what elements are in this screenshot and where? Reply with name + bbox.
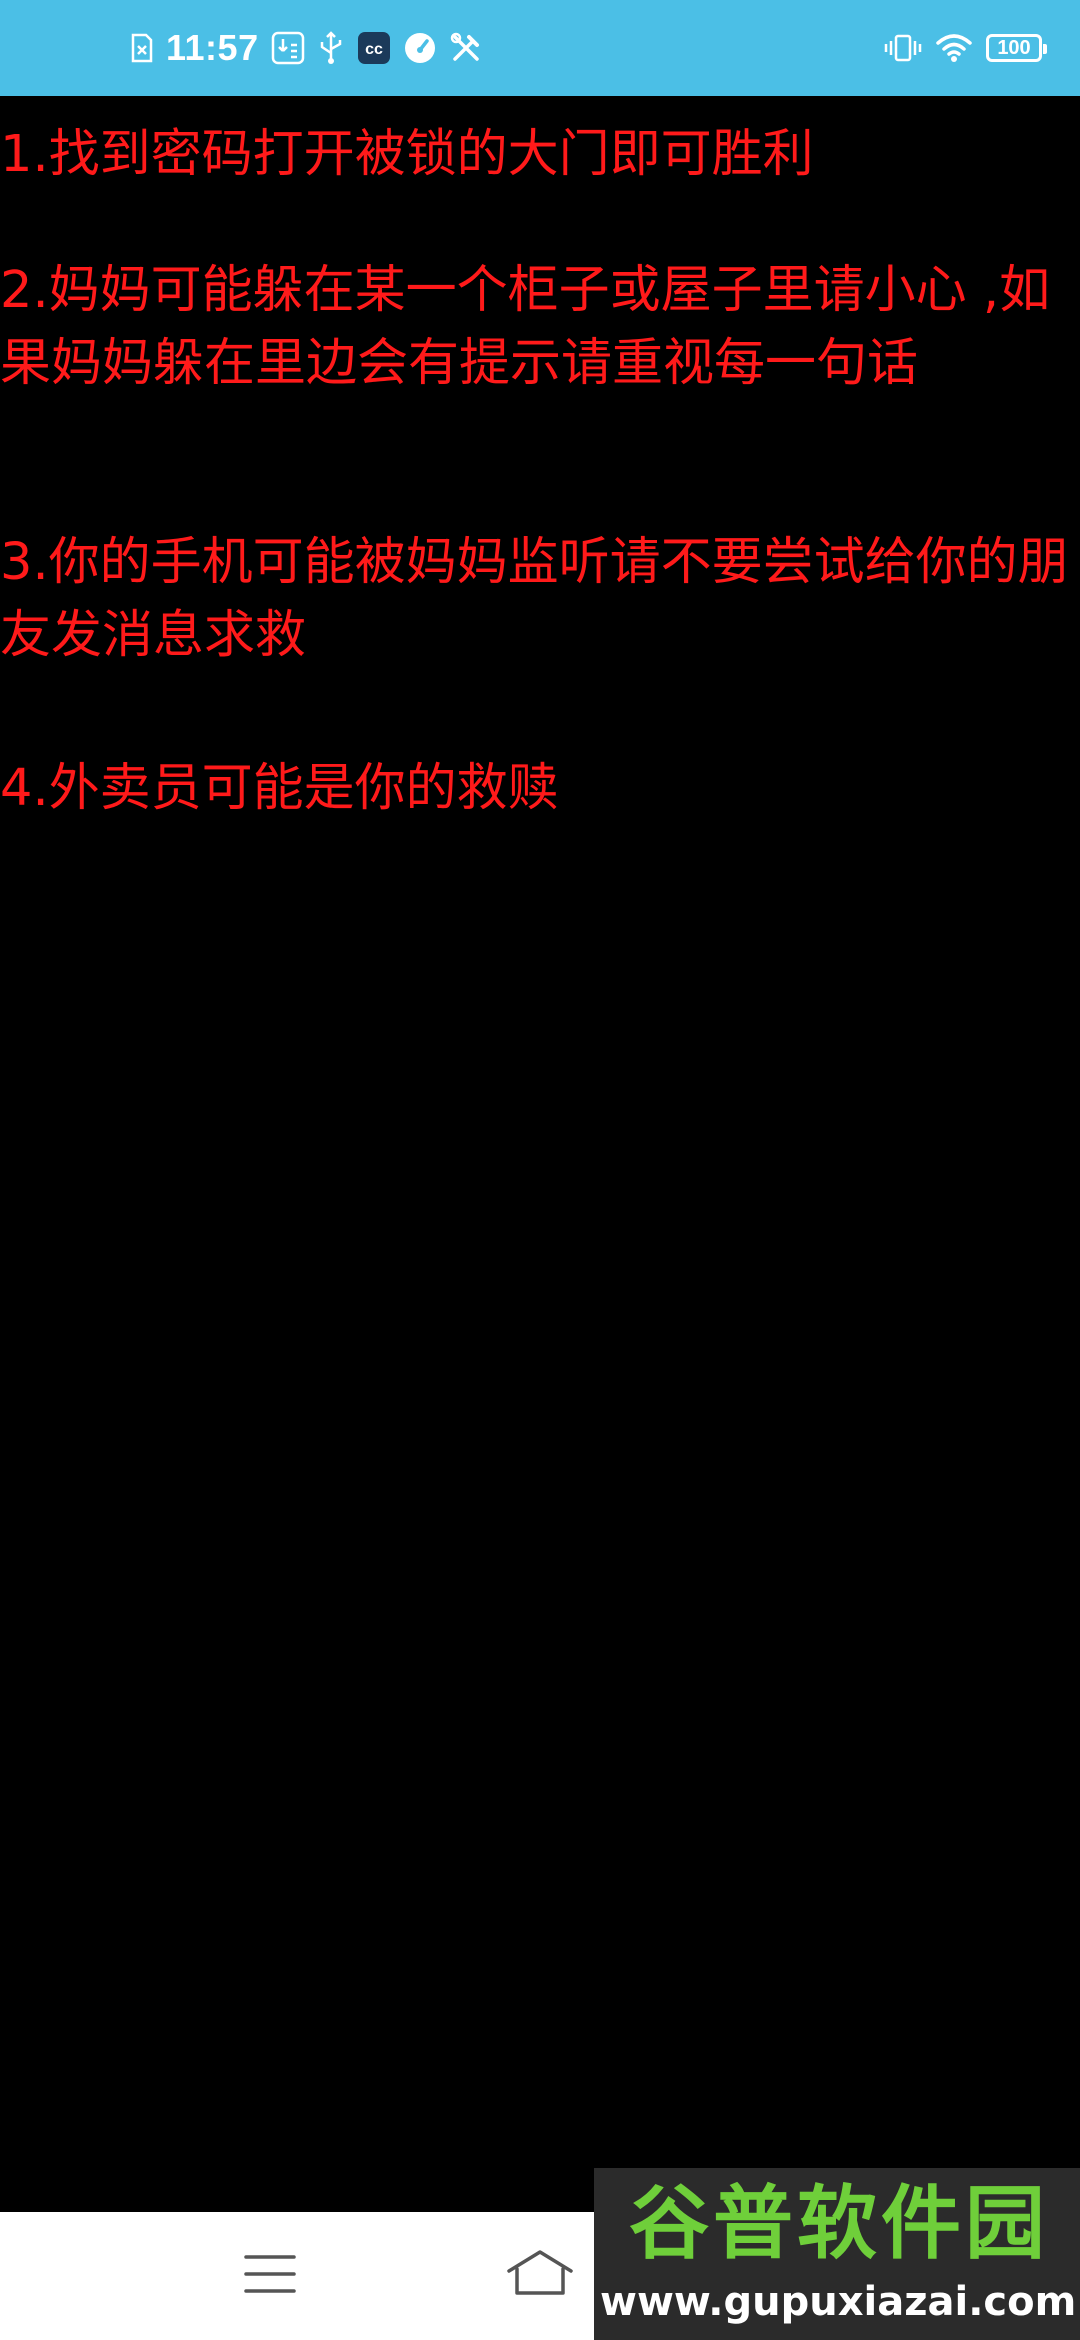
watermark-logo: 谷普软件园 [629, 2177, 1049, 2270]
rule-1: 1.找到密码打开被锁的大门即可胜利 [0, 125, 814, 184]
battery-level: 100 [997, 37, 1031, 59]
status-bar: 11:57 cc 100 [0, 0, 1080, 96]
speedometer-icon [403, 31, 437, 65]
tools-icon [449, 31, 483, 65]
menu-icon [244, 2253, 296, 2299]
usb-icon [317, 31, 345, 65]
home-icon [505, 2249, 575, 2303]
status-right: 100 [884, 0, 1047, 96]
usb-debug-icon [271, 31, 305, 65]
rule-3: 3.你的手机可能被妈妈监听请不要尝试给你的朋友发消息求救 [0, 533, 1069, 665]
status-time: 11:57 [166, 27, 259, 68]
watermark: 谷普软件园 www.gupuxiazai.com [594, 2168, 1080, 2340]
battery-icon: 100 [986, 34, 1047, 62]
status-left: 11:57 cc [130, 0, 483, 96]
rule-4: 4.外卖员可能是你的救赎 [0, 759, 559, 818]
svg-text:cc: cc [365, 41, 383, 58]
rule-2: 2.妈妈可能躲在某一个柜子或屋子里请小心 ,如果妈妈躲在里边会有提示请重视每一句… [0, 261, 1051, 393]
menu-button[interactable] [200, 2212, 340, 2340]
rules-content: 1.找到密码打开被锁的大门即可胜利 2.妈妈可能躲在某一个柜子或屋子里请小心 ,… [0, 96, 1080, 2212]
app-cc-icon: cc [357, 31, 391, 65]
sim-card-icon [130, 33, 154, 63]
vibrate-icon [884, 33, 922, 63]
wifi-icon [936, 33, 972, 63]
home-button[interactable] [470, 2212, 610, 2340]
watermark-url: www.gupuxiazai.com [600, 2279, 1077, 2325]
